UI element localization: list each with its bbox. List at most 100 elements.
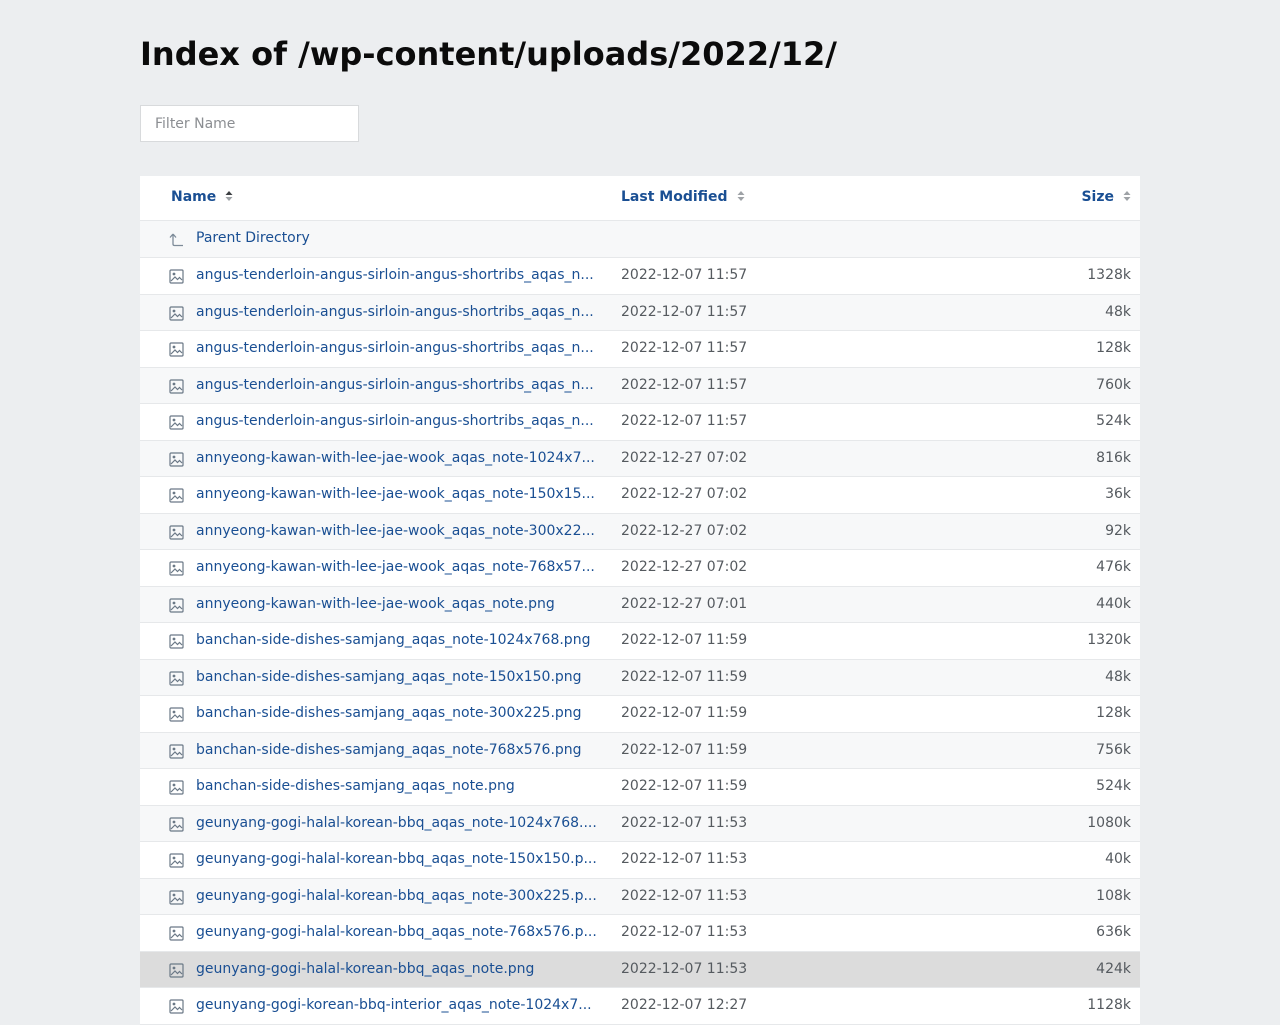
sort-arrows-icon <box>737 189 745 205</box>
filter-name-input[interactable] <box>140 105 359 142</box>
table-row[interactable]: geunyang-gogi-halal-korean-bbq_aqas_note… <box>140 878 1140 915</box>
table-row[interactable]: angus-tenderloin-angus-sirloin-angus-sho… <box>140 367 1140 404</box>
file-name-link[interactable]: banchan-side-dishes-samjang_aqas_note-15… <box>196 669 601 685</box>
file-name-link[interactable]: geunyang-gogi-halal-korean-bbq_aqas_note… <box>196 924 601 940</box>
table-row[interactable]: geunyang-gogi-halal-korean-bbq_aqas_note… <box>140 915 1140 952</box>
last-modified: 2022-12-07 11:57 <box>621 376 748 393</box>
file-size: 48k <box>1105 668 1131 685</box>
table-row[interactable]: annyeong-kawan-with-lee-jae-wook_aqas_no… <box>140 586 1140 623</box>
image-file-icon <box>169 743 184 759</box>
last-modified: 2022-12-07 11:53 <box>621 887 748 904</box>
table-row[interactable]: angus-tenderloin-angus-sirloin-angus-sho… <box>140 404 1140 441</box>
table-row[interactable]: banchan-side-dishes-samjang_aqas_note-10… <box>140 623 1140 660</box>
last-modified: 2022-12-07 11:59 <box>621 705 748 721</box>
parent-directory-link[interactable]: Parent Directory <box>196 230 601 246</box>
file-name-link[interactable]: annyeong-kawan-with-lee-jae-wook_aqas_no… <box>196 596 601 612</box>
file-name-link[interactable]: geunyang-gogi-halal-korean-bbq_aqas_note… <box>196 961 601 977</box>
file-name-link[interactable]: annyeong-kawan-with-lee-jae-wook_aqas_no… <box>196 559 601 575</box>
last-modified: 2022-12-07 11:53 <box>621 814 748 831</box>
file-name-link[interactable]: angus-tenderloin-angus-sirloin-angus-sho… <box>196 377 601 393</box>
file-name-link[interactable]: geunyang-gogi-korean-bbq-interior_aqas_n… <box>196 997 601 1013</box>
table-row[interactable]: annyeong-kawan-with-lee-jae-wook_aqas_no… <box>140 440 1140 477</box>
image-file-icon <box>169 780 184 795</box>
image-file-icon <box>169 889 184 905</box>
image-file-icon <box>169 670 184 686</box>
file-name-link[interactable]: banchan-side-dishes-samjang_aqas_note-10… <box>196 632 601 648</box>
sort-arrows-icon <box>225 189 233 205</box>
file-size: 1128k <box>1087 997 1131 1013</box>
file-size: 524k <box>1096 778 1131 794</box>
table-row[interactable]: geunyang-gogi-halal-korean-bbq_aqas_note… <box>140 805 1140 842</box>
last-modified: 2022-12-07 11:57 <box>621 340 748 356</box>
image-file-icon <box>169 342 184 357</box>
table-row[interactable]: geunyang-gogi-halal-korean-bbq_aqas_note… <box>140 842 1140 879</box>
table-row[interactable]: geunyang-gogi-korean-bbq-interior_aqas_n… <box>140 988 1140 1025</box>
file-size: 108k <box>1096 887 1131 904</box>
table-row[interactable]: annyeong-kawan-with-lee-jae-wook_aqas_no… <box>140 513 1140 550</box>
file-name-link[interactable]: geunyang-gogi-halal-korean-bbq_aqas_note… <box>196 815 601 831</box>
last-modified: 2022-12-07 11:57 <box>621 267 748 283</box>
file-name-link[interactable]: banchan-side-dishes-samjang_aqas_note-30… <box>196 705 601 721</box>
table-row[interactable]: annyeong-kawan-with-lee-jae-wook_aqas_no… <box>140 477 1140 514</box>
file-name-link[interactable]: angus-tenderloin-angus-sirloin-angus-sho… <box>196 267 601 283</box>
file-name-link[interactable]: annyeong-kawan-with-lee-jae-wook_aqas_no… <box>196 523 601 539</box>
sort-by-name-header[interactable]: Name <box>171 189 233 205</box>
parent-directory-icon <box>169 232 184 247</box>
table-row[interactable]: angus-tenderloin-angus-sirloin-angus-sho… <box>140 294 1140 331</box>
file-name-link[interactable]: geunyang-gogi-halal-korean-bbq_aqas_note… <box>196 888 601 904</box>
file-name-link[interactable]: banchan-side-dishes-samjang_aqas_note-76… <box>196 742 601 758</box>
file-size: 1320k <box>1087 632 1131 648</box>
last-modified: 2022-12-27 07:02 <box>621 522 748 539</box>
file-name-link[interactable]: angus-tenderloin-angus-sirloin-angus-sho… <box>196 304 601 320</box>
file-table: Name Last Modified Size Parent Directory… <box>140 176 1140 1025</box>
table-header: Name Last Modified Size <box>140 176 1140 221</box>
page-title: Index of /wp-content/uploads/2022/12/ <box>140 35 837 73</box>
table-row[interactable]: annyeong-kawan-with-lee-jae-wook_aqas_no… <box>140 550 1140 587</box>
last-modified: 2022-12-07 11:59 <box>621 668 748 685</box>
file-rows: angus-tenderloin-angus-sirloin-angus-sho… <box>140 258 1140 1025</box>
file-size: 424k <box>1096 960 1131 977</box>
sort-by-size-header[interactable]: Size <box>1081 189 1131 205</box>
parent-directory-row[interactable]: Parent Directory <box>140 221 1140 258</box>
last-modified: 2022-12-07 11:53 <box>621 924 748 940</box>
table-row[interactable]: banchan-side-dishes-samjang_aqas_note.pn… <box>140 769 1140 806</box>
file-size: 36k <box>1105 486 1131 502</box>
file-size: 476k <box>1096 559 1131 575</box>
image-file-icon <box>169 488 184 503</box>
file-size: 756k <box>1096 741 1131 758</box>
size-column-label: Size <box>1081 189 1114 205</box>
file-name-link[interactable]: banchan-side-dishes-samjang_aqas_note.pn… <box>196 778 601 794</box>
table-row[interactable]: banchan-side-dishes-samjang_aqas_note-15… <box>140 659 1140 696</box>
last-modified: 2022-12-07 11:59 <box>621 632 748 648</box>
sort-by-modified-header[interactable]: Last Modified <box>621 189 745 205</box>
image-file-icon <box>169 378 184 394</box>
table-row[interactable]: banchan-side-dishes-samjang_aqas_note-30… <box>140 696 1140 733</box>
file-size: 92k <box>1105 522 1131 539</box>
file-size: 636k <box>1096 924 1131 940</box>
table-row[interactable]: angus-tenderloin-angus-sirloin-angus-sho… <box>140 258 1140 295</box>
file-name-link[interactable]: annyeong-kawan-with-lee-jae-wook_aqas_no… <box>196 486 601 502</box>
table-row[interactable]: geunyang-gogi-halal-korean-bbq_aqas_note… <box>140 951 1140 988</box>
table-row[interactable]: banchan-side-dishes-samjang_aqas_note-76… <box>140 732 1140 769</box>
file-name-link[interactable]: annyeong-kawan-with-lee-jae-wook_aqas_no… <box>196 450 601 466</box>
last-modified: 2022-12-07 11:59 <box>621 778 748 794</box>
image-file-icon <box>169 561 184 576</box>
image-file-icon <box>169 415 184 430</box>
file-size: 760k <box>1096 376 1131 393</box>
file-name-link[interactable]: angus-tenderloin-angus-sirloin-angus-sho… <box>196 340 601 356</box>
last-modified: 2022-12-27 07:02 <box>621 559 748 575</box>
name-column-label: Name <box>171 189 217 205</box>
table-row[interactable]: angus-tenderloin-angus-sirloin-angus-sho… <box>140 331 1140 368</box>
last-modified: 2022-12-07 11:53 <box>621 851 748 867</box>
last-modified: 2022-12-27 07:02 <box>621 486 748 502</box>
last-modified: 2022-12-27 07:01 <box>621 595 748 612</box>
file-name-link[interactable]: geunyang-gogi-halal-korean-bbq_aqas_note… <box>196 851 601 867</box>
image-file-icon <box>169 853 184 868</box>
file-name-link[interactable]: angus-tenderloin-angus-sirloin-angus-sho… <box>196 413 601 429</box>
file-size: 48k <box>1105 303 1131 320</box>
last-modified: 2022-12-07 11:57 <box>621 413 748 429</box>
image-file-icon <box>169 524 184 540</box>
last-modified: 2022-12-07 11:53 <box>621 960 748 977</box>
file-size: 128k <box>1096 705 1131 721</box>
image-file-icon <box>169 634 184 649</box>
